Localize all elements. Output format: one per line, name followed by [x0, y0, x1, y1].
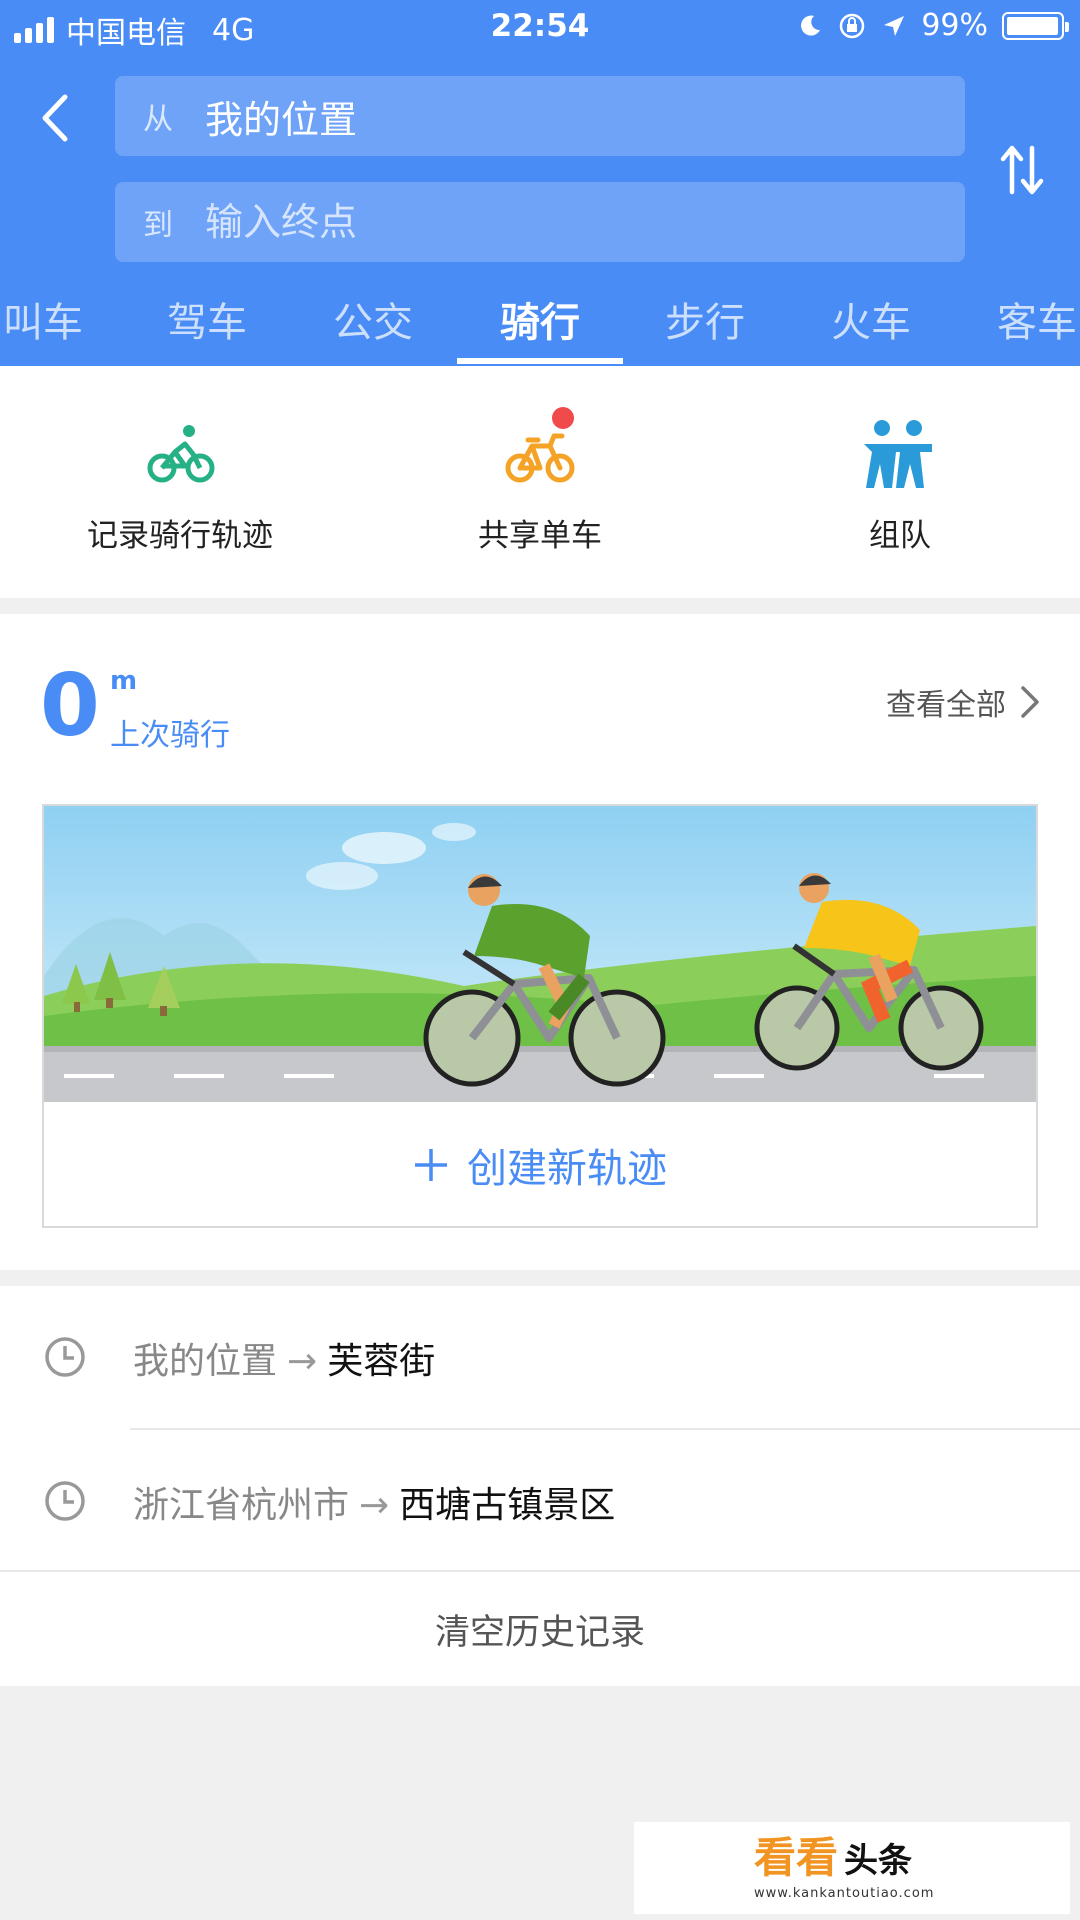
destination-input[interactable] [205, 200, 845, 244]
notification-badge [552, 407, 574, 429]
history-to: 西塘古镇景区 [399, 1485, 616, 1526]
plus-icon [415, 1149, 447, 1181]
moon-icon [801, 15, 821, 36]
team-label: 组队 [869, 518, 931, 554]
ride-distance: 0 [40, 656, 100, 756]
history-item[interactable]: 浙江省杭州市 → 西塘古镇景区 [0, 1430, 1080, 1572]
arrow-right-icon: → [359, 1485, 390, 1526]
battery-label: 99% [921, 8, 988, 43]
tab-transit[interactable]: 公交 [290, 290, 456, 348]
view-all-link[interactable]: 查看全部 [886, 680, 1040, 724]
shared-bike-label: 共享单车 [478, 518, 602, 554]
history-to: 芙蓉街 [327, 1341, 436, 1382]
swap-arrows-icon [1000, 145, 1044, 195]
swap-route-button[interactable] [998, 140, 1046, 200]
orientation-lock-icon [840, 13, 865, 38]
shared-bike-icon [505, 433, 575, 483]
watermark-main-b: 头条 [844, 1841, 913, 1881]
cycling-illustration [44, 806, 1036, 1102]
history-from: 我的位置 [133, 1341, 278, 1382]
watermark-main-a: 看看 [754, 1833, 839, 1882]
tab-walk[interactable]: 步行 [622, 290, 788, 348]
tab-cycling[interactable]: 骑行 [457, 290, 623, 348]
view-all-label: 查看全部 [886, 688, 1006, 723]
battery-fill [1007, 16, 1059, 35]
origin-value: 我的位置 [205, 97, 358, 142]
header: 中国电信 4G 22:54 99% 从 我的位置 到 叫车 驾车 [0, 0, 1080, 366]
history-route: 浙江省杭州市 → 西塘古镇景区 [133, 1476, 615, 1528]
clock-icon [45, 1481, 85, 1521]
cyclist-icon [147, 425, 215, 483]
shared-bike-button[interactable]: 共享单车 [360, 366, 720, 598]
back-button[interactable] [30, 88, 78, 148]
chevron-left-icon [42, 94, 68, 142]
chevron-right-icon [1021, 686, 1039, 718]
arrow-right-icon: → [287, 1341, 318, 1382]
tab-coach[interactable]: 客车 [954, 290, 1080, 348]
history-from: 浙江省杭州市 [133, 1485, 350, 1526]
origin-field[interactable]: 从 我的位置 [115, 76, 965, 156]
team-button[interactable]: 组队 [720, 366, 1080, 598]
ride-unit: m [110, 666, 138, 696]
history-route: 我的位置 → 芙蓉街 [133, 1332, 435, 1384]
clear-history-button[interactable]: 清空历史记录 [0, 1572, 1080, 1686]
tab-drive[interactable]: 驾车 [124, 290, 290, 348]
location-arrow-icon [884, 15, 905, 36]
watermark-url: www.kankantoutiao.com [754, 1886, 935, 1901]
status-right: 99% [797, 8, 1069, 43]
create-track-button[interactable]: 创建新轨迹 [44, 1102, 1036, 1226]
last-ride-section: 0 m 上次骑行 查看全部 创建新轨迹 [0, 614, 1080, 1270]
quick-actions: 记录骑行轨迹 共享单车 组队 [0, 366, 1080, 598]
history-list: 我的位置 → 芙蓉街 浙江省杭州市 → 西塘古镇景区 清空历史记录 [0, 1286, 1080, 1686]
watermark-logo: 看看 头条 www.kankantoutiao.com [634, 1822, 1070, 1914]
origin-prefix: 从 [143, 102, 173, 137]
tab-train[interactable]: 火车 [788, 290, 954, 348]
destination-field[interactable]: 到 [115, 182, 965, 262]
ride-caption: 上次骑行 [110, 718, 230, 753]
create-track-label: 创建新轨迹 [467, 1146, 667, 1192]
record-track-button[interactable]: 记录骑行轨迹 [0, 366, 360, 598]
transport-tabs: 叫车 驾车 公交 骑行 步行 火车 客车 [0, 280, 1080, 366]
battery-icon [1002, 11, 1069, 40]
tab-taxi[interactable]: 叫车 [0, 290, 126, 348]
create-track-card: 创建新轨迹 [42, 804, 1038, 1228]
status-bar: 中国电信 4G 22:54 99% [0, 0, 1080, 56]
watermark-text: 看看 头条 [754, 1824, 912, 1885]
clock-icon [45, 1337, 85, 1377]
record-track-label: 记录骑行轨迹 [87, 518, 273, 554]
destination-prefix: 到 [143, 208, 173, 243]
history-item[interactable]: 我的位置 → 芙蓉街 [0, 1286, 1080, 1428]
team-icon [864, 420, 932, 488]
active-tab-indicator [457, 358, 623, 364]
